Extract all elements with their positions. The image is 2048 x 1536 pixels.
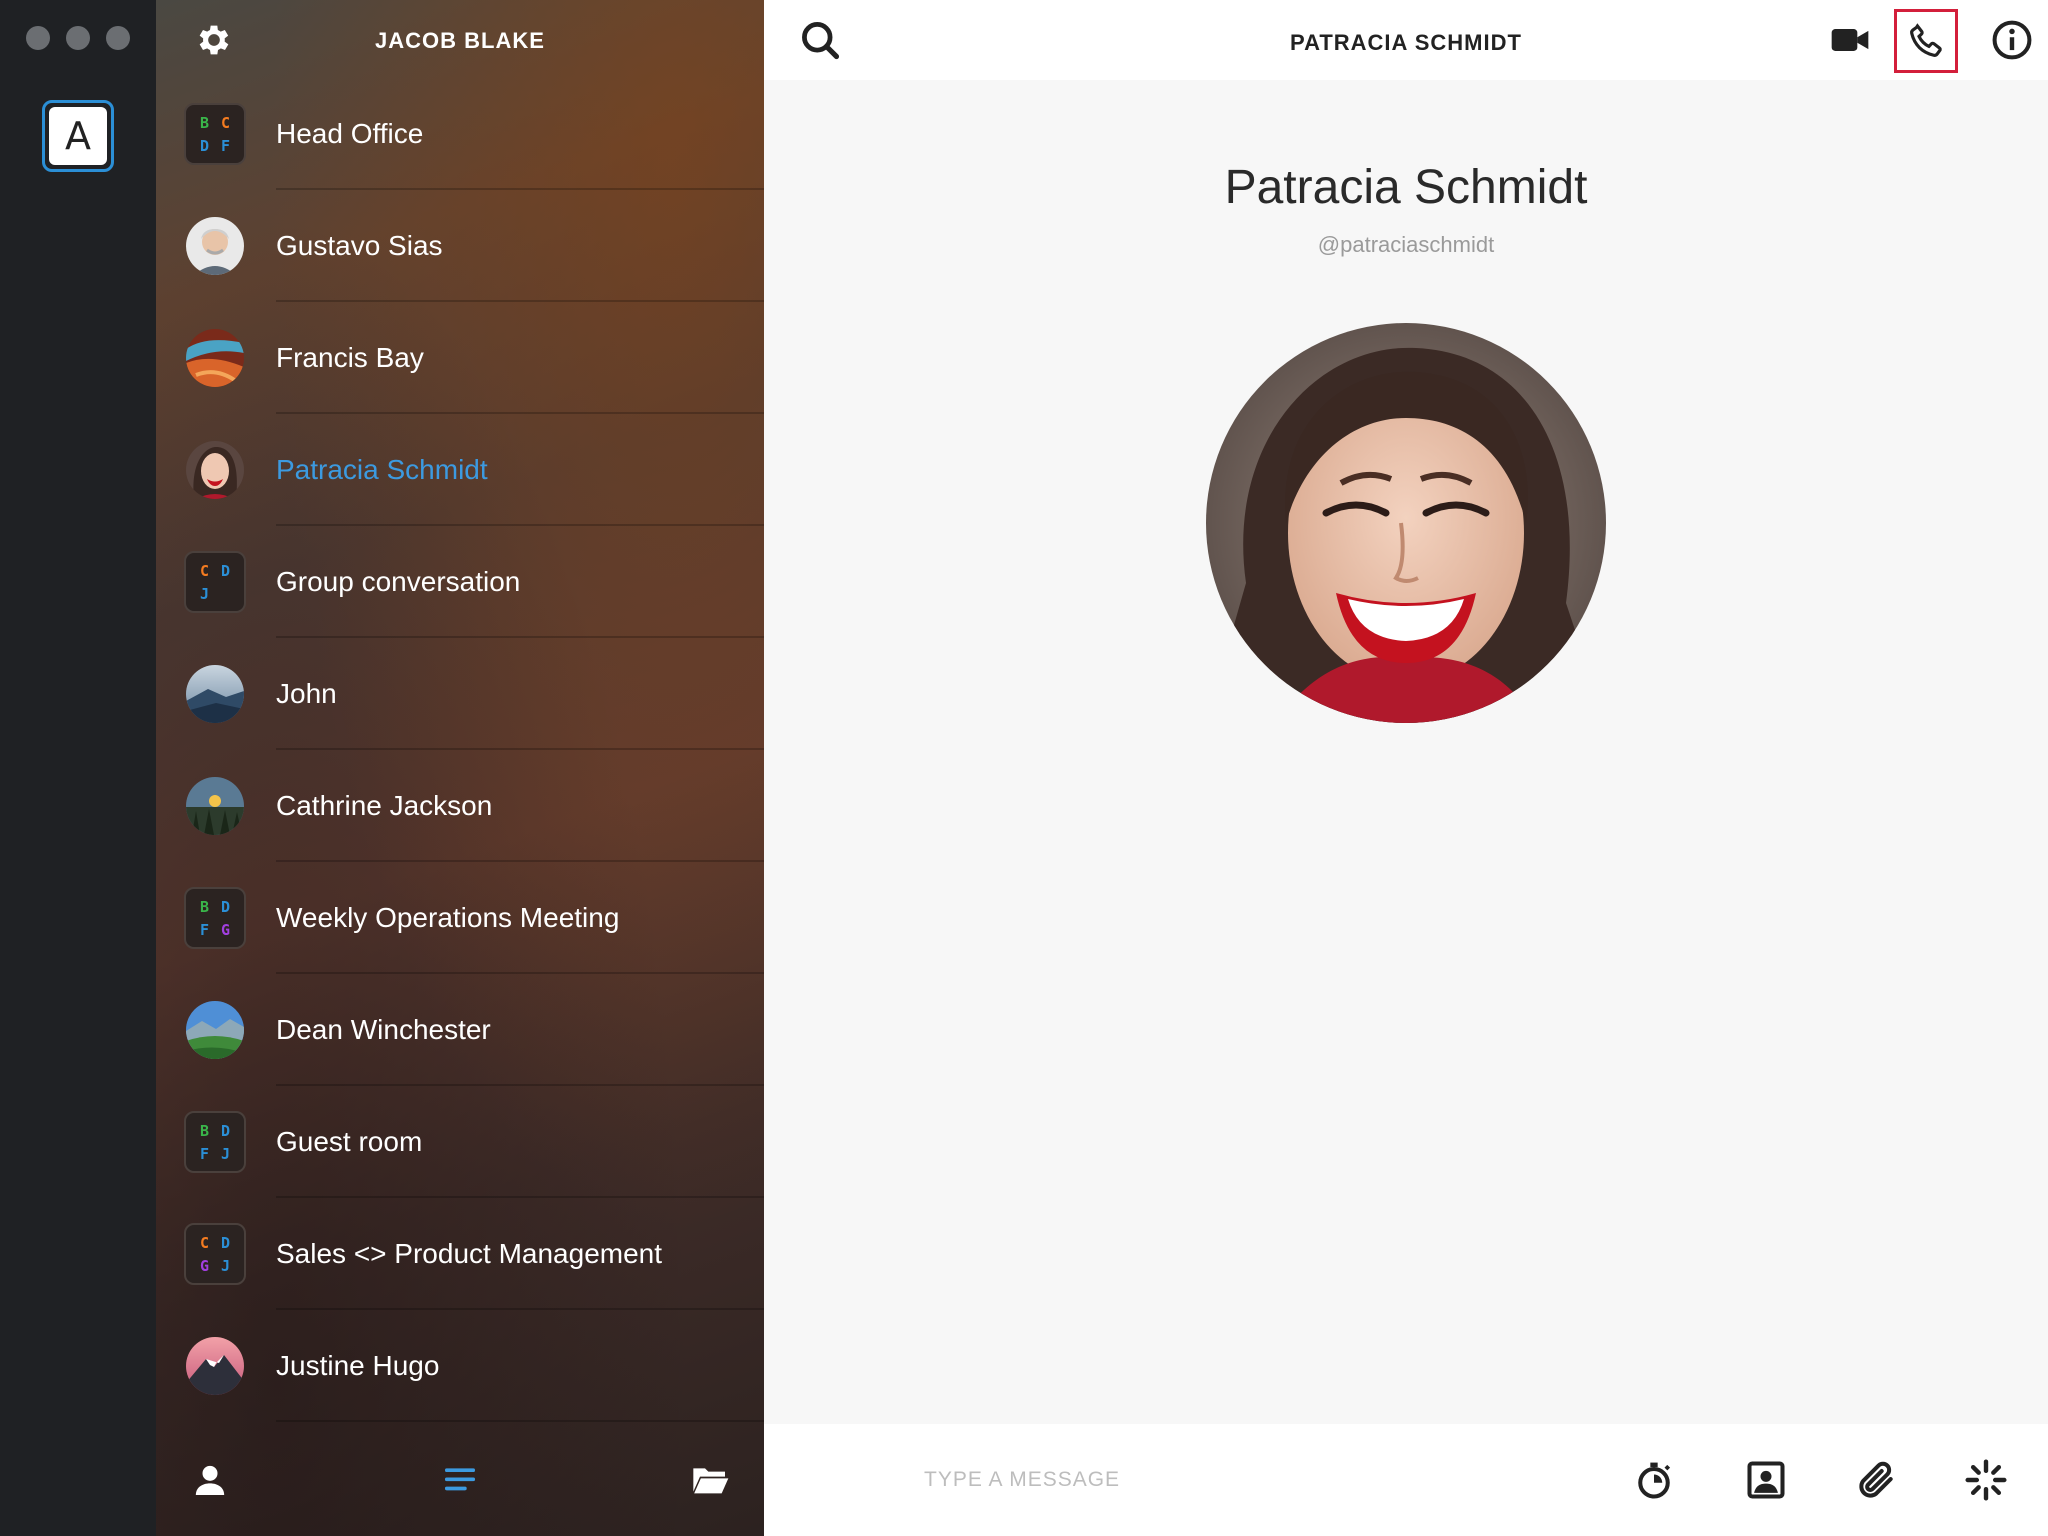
timer-icon[interactable] <box>1632 1458 1676 1502</box>
avatar <box>186 329 244 387</box>
conversation-item-justine-hugo[interactable]: Justine Hugo <box>156 1310 764 1422</box>
group-member-initial: J <box>220 1256 231 1275</box>
conversation-name: Cathrine Jackson <box>276 790 493 821</box>
group-member-initial: F <box>199 920 210 939</box>
group-member-initial: J <box>220 1144 231 1163</box>
avatar <box>186 665 244 723</box>
group-member-initial: B <box>199 113 210 132</box>
conversation-item-john[interactable]: John <box>156 638 764 750</box>
group-avatar: CDJ <box>184 551 246 613</box>
conversation-name: John <box>276 678 337 709</box>
conversation-item-patracia-schmidt[interactable]: Patracia Schmidt <box>156 414 764 526</box>
avatar <box>186 217 244 275</box>
group-member-initial: C <box>220 113 231 132</box>
conversation-name: Head Office <box>276 118 424 149</box>
group-avatar: BDFJ <box>184 1111 246 1173</box>
video-call-icon[interactable] <box>1828 18 1872 62</box>
profile-name: Patracia Schmidt <box>1224 161 1588 214</box>
group-member-initial: F <box>220 136 231 155</box>
conversation-pane: PATRACIA SCHMIDT Patracia Schmidt @patra… <box>764 0 2048 1536</box>
group-member-initial: J <box>199 584 210 603</box>
profile-handle: @patraciaschmidt <box>1317 232 1495 257</box>
conversation-name: Group conversation <box>276 566 521 597</box>
avatar <box>186 777 244 835</box>
group-member-initial: B <box>199 1121 210 1140</box>
image-attach-icon[interactable] <box>1744 1458 1788 1502</box>
group-member-initial: G <box>220 920 231 939</box>
conversation-name: Patracia Schmidt <box>276 454 488 485</box>
sticker-sparkle-icon[interactable] <box>1964 1458 2008 1502</box>
group-member-initial: D <box>220 561 231 580</box>
phone-icon <box>1910 23 1942 57</box>
conversation-item-cathrine-jackson[interactable]: Cathrine Jackson <box>156 750 764 862</box>
conversation-item-head-office[interactable]: B C D F Head Office <box>156 78 764 190</box>
conversations-list-icon[interactable] <box>440 1460 480 1500</box>
account-switcher[interactable]: A <box>42 100 114 172</box>
group-member-initial: G <box>199 1256 210 1275</box>
conversation-name: Weekly Operations Meeting <box>276 902 620 933</box>
minimize-window-button[interactable] <box>66 26 90 50</box>
conversation-header: PATRACIA SCHMIDT <box>764 0 2048 80</box>
window-controls <box>26 26 130 50</box>
profile-photo <box>1206 323 1606 723</box>
conversation-list: B C D F Head Office Gustavo Sias Francis Bay Pa… <box>156 78 764 1422</box>
zoom-window-button[interactable] <box>106 26 130 50</box>
conversation-item-group-conversation[interactable]: C D J Group conversation <box>156 526 764 638</box>
group-member-initial: F <box>199 1144 210 1163</box>
files-folder-icon[interactable] <box>690 1460 730 1500</box>
sidebar-header: JACOB BLAKE <box>156 0 764 80</box>
conversation-item-guest-room[interactable]: B D F J Guest room <box>156 1086 764 1198</box>
message-input[interactable] <box>924 1458 1424 1502</box>
group-avatar: BCDF <box>184 103 246 165</box>
close-window-button[interactable] <box>26 26 50 50</box>
group-member-initial: B <box>199 897 210 916</box>
conversation-name: Dean Winchester <box>276 1014 491 1045</box>
sidebar-footer <box>156 1424 764 1536</box>
group-member-initial: C <box>199 1233 210 1252</box>
account-initial: A <box>49 107 107 165</box>
info-icon[interactable] <box>1990 18 2034 62</box>
group-member-initial: D <box>220 897 231 916</box>
conversation-name: Francis Bay <box>276 342 424 373</box>
message-composer <box>764 1424 2048 1536</box>
group-avatar: CDGJ <box>184 1223 246 1285</box>
conversation-item-francis-bay[interactable]: Francis Bay <box>156 302 764 414</box>
paperclip-icon[interactable] <box>1854 1458 1898 1502</box>
conversation-name: Gustavo Sias <box>276 230 443 261</box>
avatar <box>186 441 244 499</box>
app-rail: A <box>0 0 156 1536</box>
group-avatar: BDFG <box>184 887 246 949</box>
avatar <box>186 1337 244 1395</box>
conversation-item-gustavo-sias[interactable]: Gustavo Sias <box>156 190 764 302</box>
conversation-item-weekly-operations-meeting[interactable]: B D F G Weekly Operations Meeting <box>156 862 764 974</box>
conversation-name: Guest room <box>276 1126 423 1157</box>
contacts-icon[interactable] <box>190 1460 230 1500</box>
group-member-initial: D <box>220 1233 231 1252</box>
conversation-item-sales-product-management[interactable]: C D G J Sales <> Product Management <box>156 1198 764 1310</box>
conversation-name: Sales <> Product Management <box>276 1238 663 1269</box>
avatar <box>186 1001 244 1059</box>
conversation-name: Justine Hugo <box>276 1350 440 1381</box>
group-member-initial: C <box>199 561 210 580</box>
audio-call-button[interactable] <box>1894 9 1958 73</box>
sidebar-title: JACOB BLAKE <box>375 28 545 53</box>
group-member-initial: D <box>199 136 210 155</box>
group-member-initial: D <box>220 1121 231 1140</box>
conversation-item-dean-winchester[interactable]: Dean Winchester <box>156 974 764 1086</box>
conversation-sidebar: JACOB BLAKE B C D F Head Office Gustavo Sias F… <box>156 0 764 1536</box>
